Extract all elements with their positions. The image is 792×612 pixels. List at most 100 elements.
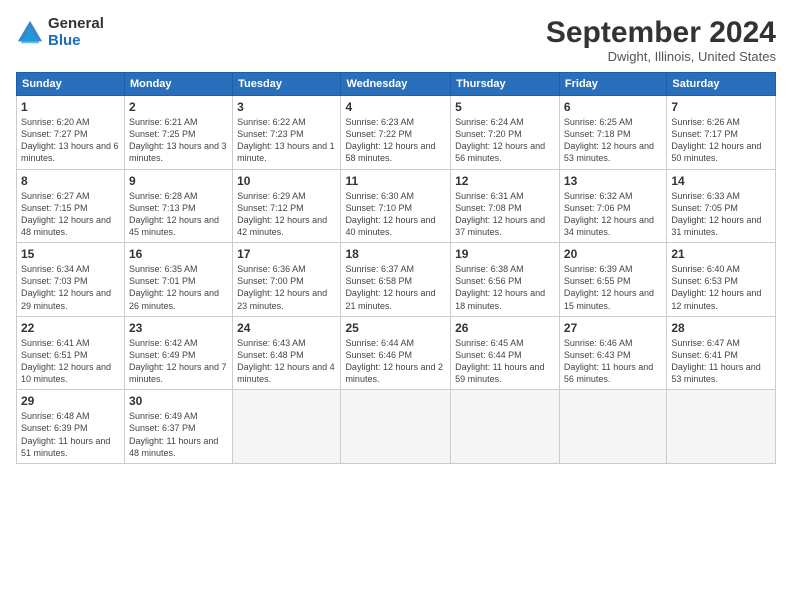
- logo-text: General Blue: [48, 16, 104, 49]
- day-number: 9: [129, 174, 228, 188]
- day-number: 25: [345, 321, 446, 335]
- day-number: 11: [345, 174, 446, 188]
- calendar-week-row: 22Sunrise: 6:41 AMSunset: 6:51 PMDayligh…: [17, 316, 776, 390]
- table-row: 1 Sunrise: 6:20 AMSunset: 7:27 PMDaylight…: [17, 96, 125, 170]
- title-month: September 2024: [546, 16, 776, 49]
- day-info: Sunrise: 6:26 AMSunset: 7:17 PMDaylight:…: [671, 116, 771, 165]
- day-info: Sunrise: 6:49 AMSunset: 6:37 PMDaylight:…: [129, 410, 228, 459]
- table-row: 3 Sunrise: 6:22 AMSunset: 7:23 PMDaylight…: [233, 96, 341, 170]
- day-number: 5: [455, 100, 555, 114]
- day-info: Sunrise: 6:24 AMSunset: 7:20 PMDaylight:…: [455, 116, 555, 165]
- day-number: 8: [21, 174, 120, 188]
- day-number: 29: [21, 394, 120, 408]
- day-number: 13: [564, 174, 662, 188]
- day-info: Sunrise: 6:44 AMSunset: 6:46 PMDaylight:…: [345, 337, 446, 386]
- day-number: 10: [237, 174, 336, 188]
- day-info: Sunrise: 6:35 AMSunset: 7:01 PMDaylight:…: [129, 263, 228, 312]
- day-number: 1: [21, 100, 120, 114]
- table-row: [233, 390, 341, 464]
- day-info: Sunrise: 6:37 AMSunset: 6:58 PMDaylight:…: [345, 263, 446, 312]
- table-row: [559, 390, 666, 464]
- logo-icon: [16, 19, 44, 47]
- day-info: Sunrise: 6:33 AMSunset: 7:05 PMDaylight:…: [671, 190, 771, 239]
- col-friday: Friday: [559, 73, 666, 96]
- day-info: Sunrise: 6:45 AMSunset: 6:44 PMDaylight:…: [455, 337, 555, 386]
- day-info: Sunrise: 6:48 AMSunset: 6:39 PMDaylight:…: [21, 410, 120, 459]
- day-info: Sunrise: 6:43 AMSunset: 6:48 PMDaylight:…: [237, 337, 336, 386]
- logo-general-text: General: [48, 16, 104, 33]
- day-number: 22: [21, 321, 120, 335]
- day-info: Sunrise: 6:30 AMSunset: 7:10 PMDaylight:…: [345, 190, 446, 239]
- table-row: 9Sunrise: 6:28 AMSunset: 7:13 PMDaylight…: [124, 169, 232, 243]
- day-number: 3: [237, 100, 336, 114]
- col-thursday: Thursday: [451, 73, 560, 96]
- day-number: 23: [129, 321, 228, 335]
- day-info: Sunrise: 6:40 AMSunset: 6:53 PMDaylight:…: [671, 263, 771, 312]
- day-number: 28: [671, 321, 771, 335]
- day-info: Sunrise: 6:23 AMSunset: 7:22 PMDaylight:…: [345, 116, 446, 165]
- table-row: 13 Sunrise: 6:32 AMSunset: 7:06 PMDayligh…: [559, 169, 666, 243]
- table-row: 11 Sunrise: 6:30 AMSunset: 7:10 PMDayligh…: [341, 169, 451, 243]
- day-number: 27: [564, 321, 662, 335]
- day-info: Sunrise: 6:39 AMSunset: 6:55 PMDaylight:…: [564, 263, 662, 312]
- table-row: 8 Sunrise: 6:27 AMSunset: 7:15 PMDaylight…: [17, 169, 125, 243]
- calendar-table: Sunday Monday Tuesday Wednesday Thursday…: [16, 72, 776, 464]
- day-number: 14: [671, 174, 771, 188]
- title-location: Dwight, Illinois, United States: [546, 49, 776, 64]
- day-info: Sunrise: 6:36 AMSunset: 7:00 PMDaylight:…: [237, 263, 336, 312]
- table-row: 18 Sunrise: 6:37 AMSunset: 6:58 PMDayligh…: [341, 243, 451, 317]
- table-row: [451, 390, 560, 464]
- table-row: 26 Sunrise: 6:45 AMSunset: 6:44 PMDayligh…: [451, 316, 560, 390]
- day-number: 6: [564, 100, 662, 114]
- day-number: 26: [455, 321, 555, 335]
- table-row: 21 Sunrise: 6:40 AMSunset: 6:53 PMDayligh…: [667, 243, 776, 317]
- day-info: Sunrise: 6:46 AMSunset: 6:43 PMDaylight:…: [564, 337, 662, 386]
- day-number: 12: [455, 174, 555, 188]
- page: General Blue September 2024 Dwight, Illi…: [0, 0, 792, 612]
- day-number: 2: [129, 100, 228, 114]
- table-row: 19Sunrise: 6:38 AMSunset: 6:56 PMDayligh…: [451, 243, 560, 317]
- calendar-week-row: 8 Sunrise: 6:27 AMSunset: 7:15 PMDaylight…: [17, 169, 776, 243]
- table-row: 22Sunrise: 6:41 AMSunset: 6:51 PMDayligh…: [17, 316, 125, 390]
- day-number: 21: [671, 247, 771, 261]
- day-number: 15: [21, 247, 120, 261]
- col-monday: Monday: [124, 73, 232, 96]
- table-row: 2 Sunrise: 6:21 AMSunset: 7:25 PMDaylight…: [124, 96, 232, 170]
- day-info: Sunrise: 6:27 AMSunset: 7:15 PMDaylight:…: [21, 190, 120, 239]
- day-number: 16: [129, 247, 228, 261]
- day-number: 17: [237, 247, 336, 261]
- header: General Blue September 2024 Dwight, Illi…: [16, 16, 776, 64]
- col-wednesday: Wednesday: [341, 73, 451, 96]
- day-number: 18: [345, 247, 446, 261]
- day-info: Sunrise: 6:31 AMSunset: 7:08 PMDaylight:…: [455, 190, 555, 239]
- day-info: Sunrise: 6:47 AMSunset: 6:41 PMDaylight:…: [671, 337, 771, 386]
- logo: General Blue: [16, 16, 104, 49]
- table-row: 20 Sunrise: 6:39 AMSunset: 6:55 PMDayligh…: [559, 243, 666, 317]
- day-info: Sunrise: 6:21 AMSunset: 7:25 PMDaylight:…: [129, 116, 228, 165]
- table-row: 28 Sunrise: 6:47 AMSunset: 6:41 PMDayligh…: [667, 316, 776, 390]
- table-row: 12 Sunrise: 6:31 AMSunset: 7:08 PMDayligh…: [451, 169, 560, 243]
- table-row: 23 Sunrise: 6:42 AMSunset: 6:49 PMDayligh…: [124, 316, 232, 390]
- table-row: 15Sunrise: 6:34 AMSunset: 7:03 PMDayligh…: [17, 243, 125, 317]
- table-row: 30 Sunrise: 6:49 AMSunset: 6:37 PMDayligh…: [124, 390, 232, 464]
- table-row: 7Sunrise: 6:26 AMSunset: 7:17 PMDaylight…: [667, 96, 776, 170]
- day-number: 19: [455, 247, 555, 261]
- table-row: 25 Sunrise: 6:44 AMSunset: 6:46 PMDayligh…: [341, 316, 451, 390]
- table-row: 27 Sunrise: 6:46 AMSunset: 6:43 PMDayligh…: [559, 316, 666, 390]
- day-number: 30: [129, 394, 228, 408]
- col-saturday: Saturday: [667, 73, 776, 96]
- table-row: 29 Sunrise: 6:48 AMSunset: 6:39 PMDayligh…: [17, 390, 125, 464]
- logo-blue-text: Blue: [48, 33, 104, 50]
- day-number: 20: [564, 247, 662, 261]
- day-info: Sunrise: 6:32 AMSunset: 7:06 PMDaylight:…: [564, 190, 662, 239]
- day-info: Sunrise: 6:20 AMSunset: 7:27 PMDaylight:…: [21, 116, 120, 165]
- day-info: Sunrise: 6:22 AMSunset: 7:23 PMDaylight:…: [237, 116, 336, 165]
- title-block: September 2024 Dwight, Illinois, United …: [546, 16, 776, 64]
- day-number: 4: [345, 100, 446, 114]
- table-row: 17 Sunrise: 6:36 AMSunset: 7:00 PMDayligh…: [233, 243, 341, 317]
- col-sunday: Sunday: [17, 73, 125, 96]
- day-info: Sunrise: 6:42 AMSunset: 6:49 PMDaylight:…: [129, 337, 228, 386]
- table-row: 5 Sunrise: 6:24 AMSunset: 7:20 PMDaylight…: [451, 96, 560, 170]
- day-info: Sunrise: 6:25 AMSunset: 7:18 PMDaylight:…: [564, 116, 662, 165]
- table-row: 14 Sunrise: 6:33 AMSunset: 7:05 PMDayligh…: [667, 169, 776, 243]
